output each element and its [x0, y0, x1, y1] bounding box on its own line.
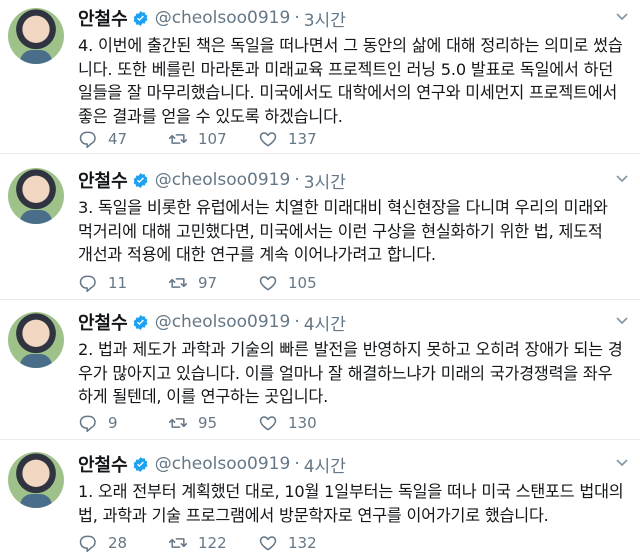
tweet-header: 안철수 @cheolsoo0919 · 4시간: [78, 309, 346, 335]
tweet-text: 1. 오래 전부터 계획했던 대로, 10월 1일부터는 독일을 떠나 미국 스…: [78, 480, 626, 527]
verified-badge-icon: [133, 172, 148, 188]
avatar[interactable]: [8, 452, 64, 508]
separator-dot: ·: [294, 170, 300, 190]
like-button[interactable]: 132: [258, 533, 348, 553]
chevron-down-icon[interactable]: [614, 170, 630, 186]
chevron-down-icon[interactable]: [614, 8, 630, 24]
like-button[interactable]: 105: [258, 273, 348, 293]
tweet-text-line: 개선과 적용에 대한 연구를 계속 이어나가려고 합니다.: [78, 245, 436, 264]
like-button[interactable]: 130: [258, 413, 348, 433]
retweet-count: 97: [198, 274, 218, 292]
heart-icon: [259, 132, 277, 147]
reply-icon: [79, 415, 96, 433]
retweet-count: 95: [198, 414, 218, 432]
tweet-text-line: 법, 과학과 기술 프로그램에서 방문학자로 연구를 이어가기로 했습니다.: [78, 505, 549, 525]
like-count: 130: [288, 414, 317, 432]
tweet[interactable]: 안철수 @cheolsoo0919 · 4시간 1. 오래 전부터 계획했던 대…: [0, 440, 640, 558]
avatar[interactable]: [8, 8, 64, 64]
tweet-text: 2. 법과 제도가 과학과 기술의 빠른 발전을 반영하지 못하고 오히려 장애…: [78, 338, 626, 409]
avatar[interactable]: [8, 312, 64, 368]
tweet-text: 4. 이번에 출간된 책은 독일을 떠나면서 그 동안의 삶에 대해 정리하는 …: [78, 34, 626, 128]
tweet-header: 안철수 @cheolsoo0919 · 4시간: [78, 451, 346, 477]
retweet-icon: [168, 278, 188, 288]
reply-icon: [79, 275, 96, 293]
retweet-icon: [168, 418, 188, 428]
retweet-count: 107: [198, 130, 227, 148]
author-name[interactable]: 안철수: [78, 167, 128, 193]
tweet-header: 안철수 @cheolsoo0919 · 3시간: [78, 5, 346, 31]
author-name[interactable]: 안철수: [78, 5, 128, 31]
retweet-icon: [168, 134, 188, 144]
tweet[interactable]: 안철수 @cheolsoo0919 · 3시간 4. 이번에 출간된 책은 독일…: [0, 0, 640, 154]
tweet-actions: 11 97 105: [78, 273, 348, 293]
author-handle[interactable]: @cheolsoo0919: [155, 170, 291, 190]
heart-icon: [259, 276, 277, 291]
avatar[interactable]: [8, 168, 64, 224]
reply-count: 11: [108, 274, 128, 292]
separator-dot: ·: [294, 312, 300, 332]
reply-button[interactable]: 28: [78, 533, 168, 553]
tweet-text-line: 4. 이번에 출간된 책은 독일을 떠나면서 그 동안의 삶에 대해 정리하는 …: [78, 36, 623, 55]
verified-badge-icon: [133, 10, 148, 26]
reply-count: 9: [108, 414, 118, 432]
like-count: 132: [288, 534, 317, 552]
separator-dot: ·: [294, 8, 300, 28]
reply-button[interactable]: 11: [78, 273, 168, 293]
retweet-count: 122: [198, 534, 227, 552]
retweet-icon: [168, 538, 188, 548]
author-handle[interactable]: @cheolsoo0919: [155, 8, 291, 28]
tweet-actions: 9 95 130: [78, 413, 348, 433]
verified-badge-icon: [133, 314, 148, 330]
like-count: 105: [288, 274, 317, 292]
timestamp[interactable]: 4시간: [304, 310, 346, 335]
author-name[interactable]: 안철수: [78, 309, 128, 335]
retweet-button[interactable]: 122: [168, 533, 258, 553]
timestamp[interactable]: 4시간: [304, 452, 346, 477]
tweet-text-line: 일들을 잘 마무리했습니다. 미국에서도 대학에서의 연구와 미세먼지 프로젝트…: [78, 83, 618, 102]
retweet-button[interactable]: 97: [168, 273, 258, 293]
tweet-text-line: 먹거리에 대해 고민했다면, 미국에서는 이런 구상을 현실화하기 위한 법, …: [78, 221, 603, 241]
reply-icon: [79, 131, 96, 149]
tweet[interactable]: 안철수 @cheolsoo0919 · 4시간 2. 법과 제도가 과학과 기술…: [0, 300, 640, 440]
retweet-button[interactable]: 107: [168, 129, 258, 149]
like-count: 137: [288, 130, 317, 148]
timestamp[interactable]: 3시간: [304, 168, 346, 193]
tweet-text-line: 1. 오래 전부터 계획했던 대로, 10월 1일부터는 독일을 떠나 미국 스…: [78, 482, 624, 501]
author-handle[interactable]: @cheolsoo0919: [155, 454, 291, 474]
reply-icon: [79, 535, 96, 553]
tweet[interactable]: 안철수 @cheolsoo0919 · 3시간 3. 독일을 비롯한 유럽에서는…: [0, 154, 640, 300]
heart-icon: [259, 416, 277, 431]
tweet-text-line: 하게 될텐데, 이를 연구하는 곳입니다.: [78, 387, 329, 406]
tweet-text-line: 3. 독일을 비롯한 유럽에서는 치열한 미래대비 혁신현장을 다니며 우리의 …: [78, 198, 608, 217]
chevron-down-icon[interactable]: [614, 454, 630, 470]
separator-dot: ·: [294, 454, 300, 474]
tweet-feed: 안철수 @cheolsoo0919 · 3시간 4. 이번에 출간된 책은 독일…: [0, 0, 640, 558]
heart-icon: [259, 536, 277, 551]
tweet-text-line: 우가 많아지고 있습니다. 이를 얼마나 잘 해결하느냐가 미래의 국가경쟁력을…: [78, 363, 613, 383]
tweet-actions: 28 122 132: [78, 533, 348, 553]
tweet-actions: 47 107 137: [78, 129, 348, 149]
reply-count: 28: [108, 534, 128, 552]
tweet-text-line: 좋은 결과를 얻을 수 있도록 하겠습니다.: [78, 106, 343, 126]
reply-button[interactable]: 47: [78, 129, 168, 149]
retweet-button[interactable]: 95: [168, 413, 258, 433]
tweet-text: 3. 독일을 비롯한 유럽에서는 치열한 미래대비 혁신현장을 다니며 우리의 …: [78, 196, 626, 267]
timestamp[interactable]: 3시간: [304, 6, 346, 31]
reply-button[interactable]: 9: [78, 413, 168, 433]
tweet-header: 안철수 @cheolsoo0919 · 3시간: [78, 167, 346, 193]
reply-count: 47: [108, 130, 128, 148]
chevron-down-icon[interactable]: [614, 312, 630, 328]
verified-badge-icon: [133, 456, 148, 472]
author-handle[interactable]: @cheolsoo0919: [155, 312, 291, 332]
author-name[interactable]: 안철수: [78, 451, 128, 477]
tweet-text-line: 2. 법과 제도가 과학과 기술의 빠른 발전을 반영하지 못하고 오히려 장애…: [78, 340, 623, 359]
like-button[interactable]: 137: [258, 129, 348, 149]
tweet-text-line: 니다. 또한 베를린 마라톤과 미래교육 프로젝트인 러닝 5.0 발표로 독일…: [78, 59, 614, 79]
